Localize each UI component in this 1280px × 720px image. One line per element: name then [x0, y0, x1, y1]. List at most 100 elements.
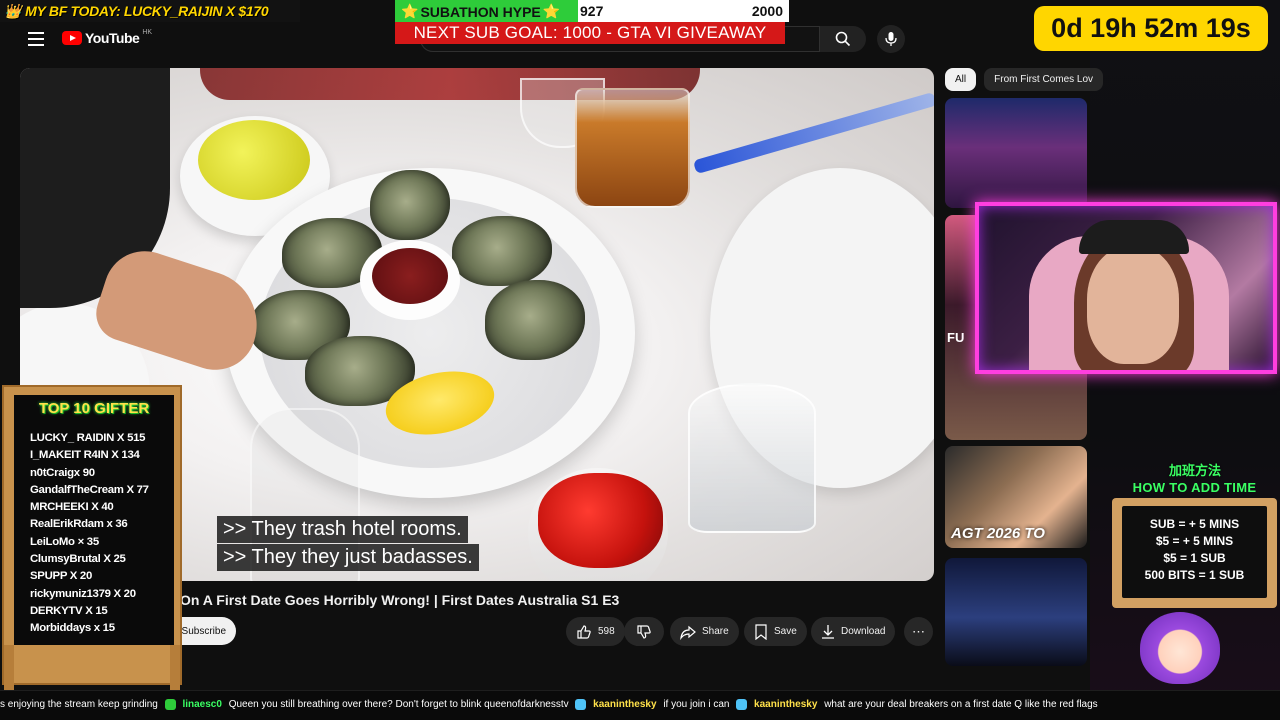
recommended-thumbnail[interactable]: [945, 558, 1087, 666]
chat-message: Queen you still breathing over there? Do…: [228, 699, 569, 710]
recommended-thumbnail[interactable]: [945, 98, 1087, 208]
webcam-streamer-face: [1087, 246, 1179, 364]
download-label: Download: [841, 626, 886, 637]
gifter-entry: n0tCraigx 90: [30, 466, 95, 479]
chat-badge-icon: [736, 698, 748, 710]
youtube-wordmark: YouTube: [85, 30, 140, 46]
chat-username: linaesc0: [182, 699, 222, 710]
subathon-hype-bar: ⭐ SUBATHON HYPE ⭐ 927 2000: [395, 0, 789, 22]
gifter-entry: LeiLoMo × 35: [30, 535, 99, 548]
save-button[interactable]: Save: [744, 617, 807, 646]
chat-username: kaaninthesky: [593, 699, 657, 710]
like-count: 598: [598, 626, 615, 637]
bf-banner-text: MY BF TODAY: LUCKY_RAIJIN X $170: [25, 3, 269, 19]
hype-label: ⭐ SUBATHON HYPE ⭐: [401, 3, 560, 20]
microphone-icon: [885, 32, 897, 46]
how-to-rule: $5 = 1 SUB: [1163, 551, 1226, 565]
recommendation-chips: All From First Comes Lov: [945, 68, 1104, 91]
top-gifter-board: TOP 10 GIFTER LUCKY_ RAIDIN X 515 I_MAKE…: [2, 385, 182, 690]
webcam-streamer-cap: [1079, 220, 1189, 254]
video-scene-oyster: [452, 216, 552, 286]
webcam-feed: [975, 202, 1277, 374]
thumbs-up-icon: [577, 624, 591, 639]
gifter-entry: LUCKY_ RAIDIN X 515: [30, 432, 146, 444]
download-button[interactable]: Download: [811, 617, 896, 646]
chat-badge-icon: [164, 698, 176, 710]
search-icon: [835, 31, 851, 47]
stream-frame: YouTube HK >> They trash hotel rooms. >>…: [0, 0, 1280, 720]
youtube-play-icon: [62, 31, 82, 45]
recommended-thumbnail[interactable]: AGT 2026 TO: [945, 446, 1087, 548]
chat-ticker: s enjoying the stream keep grinding lina…: [0, 690, 1280, 720]
gifter-title: TOP 10 GIFTER: [38, 400, 150, 417]
thumbnail-text: AGT 2026 TO: [951, 525, 1045, 542]
video-captions: >> They trash hotel rooms. >> They they …: [217, 516, 479, 572]
how-to-chalkboard: SUB = + 5 MINS $5 = + 5 MINS $5 = 1 SUB …: [1122, 506, 1267, 598]
video-scene-oil: [198, 120, 310, 200]
thumbnail-text: FU: [947, 330, 965, 345]
video-scene-water-glass: [688, 383, 816, 533]
chat-badge-icon: [575, 698, 587, 710]
how-to-rule: 500 BITS = 1 SUB: [1144, 568, 1245, 582]
like-button[interactable]: 598: [566, 617, 625, 646]
board-leg: [4, 645, 14, 690]
subathon-timer: 0d 19h 52m 19s: [1034, 6, 1268, 51]
crown-icon: 👑: [4, 2, 22, 19]
bf-banner: 👑 MY BF TODAY: LUCKY_RAIJIN X $170: [0, 0, 300, 22]
more-actions-button[interactable]: ⋯: [904, 617, 933, 646]
region-code: HK: [142, 28, 153, 36]
download-icon: [822, 624, 834, 639]
hype-goal: 2000: [751, 3, 783, 19]
voice-search-button[interactable]: [877, 25, 905, 53]
gifter-entry: I_MAKEIT R4IN X 134: [30, 449, 140, 462]
gifter-entry: SPUPP X 20: [30, 570, 93, 583]
gifter-entry: ClumsyBrutal X 25: [30, 553, 126, 566]
sub-goal-banner: NEXT SUB GOAL: 1000 - GTA VI GIVEAWAY: [395, 22, 785, 44]
star-icon: ⭐: [542, 3, 561, 19]
thumbs-down-icon: [637, 624, 651, 639]
video-scene-sauce: [372, 248, 448, 304]
hype-label-text: SUBATHON HYPE: [420, 3, 541, 20]
chip-all[interactable]: All: [945, 68, 977, 91]
chat-message: if you join i can: [663, 699, 730, 710]
search-button[interactable]: [820, 26, 866, 52]
more-icon: ⋯: [912, 623, 925, 639]
video-scene-glass: [575, 88, 690, 208]
save-label: Save: [774, 626, 797, 637]
gifter-entry: MRCHEEKI X 40: [30, 501, 114, 514]
gifter-list: LUCKY_ RAIDIN X 515 I_MAKEIT R4IN X 134 …: [30, 430, 149, 638]
gifter-chalkboard: TOP 10 GIFTER LUCKY_ RAIDIN X 515 I_MAKE…: [14, 395, 174, 645]
share-icon: [680, 625, 696, 640]
dislike-button[interactable]: [624, 617, 664, 646]
gifter-entry: Morbiddays x 15: [30, 622, 115, 635]
chat-message: what are your deal breakers on a first d…: [824, 699, 1098, 710]
how-to-rules: SUB = + 5 MINS $5 = + 5 MINS $5 = 1 SUB …: [1122, 516, 1267, 584]
caption-line: >> They trash hotel rooms.: [217, 516, 468, 543]
menu-icon[interactable]: [28, 32, 44, 46]
share-label: Share: [702, 626, 729, 637]
video-scene-roses: [538, 473, 663, 568]
how-to-title-cn: 加班方法: [1168, 463, 1221, 478]
gifter-entry: DERKYTV X 15: [30, 604, 108, 617]
video-title: On A First Date Goes Horribly Wrong! | F…: [180, 592, 620, 608]
how-to-title: HOW TO ADD TIME: [1132, 480, 1257, 495]
video-scene-knife: [692, 91, 934, 175]
gifter-entry: GandalfTheCream X 77: [30, 483, 149, 496]
gifter-entry: rickymuniz1379 X 20: [30, 587, 136, 600]
youtube-logo[interactable]: YouTube HK: [62, 28, 153, 46]
caption-line: >> They they just badasses.: [217, 544, 479, 571]
gifter-entry: RealErikRdam x 36: [30, 518, 128, 531]
hype-current: 927: [580, 3, 604, 19]
video-scene-oyster: [485, 280, 585, 360]
how-to-rule: $5 = + 5 MINS: [1155, 534, 1234, 548]
chat-message: s enjoying the stream keep grinding: [0, 699, 158, 710]
chibi-mascot: [1140, 612, 1220, 684]
share-button[interactable]: Share: [670, 617, 739, 646]
video-scene-oyster: [370, 170, 450, 240]
bookmark-icon: [755, 623, 767, 640]
how-to-board: SUB = + 5 MINS $5 = + 5 MINS $5 = 1 SUB …: [1112, 498, 1277, 608]
chip-from-first-comes-love[interactable]: From First Comes Lov: [984, 68, 1104, 91]
chat-username: kaaninthesky: [754, 699, 818, 710]
how-to-rule: SUB = + 5 MINS: [1149, 517, 1240, 531]
board-leg: [170, 645, 180, 690]
